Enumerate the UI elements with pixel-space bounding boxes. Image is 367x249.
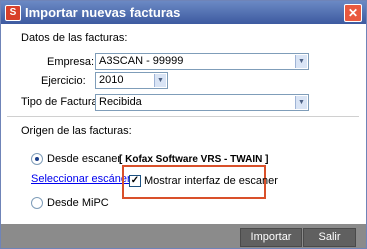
empresa-select[interactable]: A3SCAN - 99999 ▼ bbox=[95, 53, 309, 70]
footer-bar: Importar Salir bbox=[1, 224, 366, 248]
datos-heading: Datos de las facturas: bbox=[21, 32, 128, 44]
chevron-down-icon: ▼ bbox=[154, 74, 166, 87]
desde-escaner-label[interactable]: Desde escaner bbox=[47, 153, 121, 165]
titlebar[interactable]: S Importar nuevas facturas ✕ bbox=[1, 1, 366, 24]
ejercicio-label: Ejercicio: bbox=[41, 75, 86, 87]
scanner-name: [ Kofax Software VRS - TWAIN ] bbox=[119, 154, 269, 165]
desde-mipc-radio[interactable] bbox=[31, 197, 43, 209]
app-icon: S bbox=[5, 5, 21, 21]
mostrar-interfaz-label[interactable]: Mostrar interfaz de escaner bbox=[144, 175, 278, 187]
chevron-down-icon: ▼ bbox=[295, 96, 307, 109]
origen-heading: Origen de las facturas: bbox=[21, 125, 132, 137]
salir-button[interactable]: Salir bbox=[303, 228, 356, 247]
empresa-label: Empresa: bbox=[47, 56, 95, 68]
tipo-select[interactable]: Recibida ▼ bbox=[95, 94, 309, 111]
desde-escaner-radio[interactable] bbox=[31, 153, 43, 165]
mostrar-interfaz-checkbox[interactable]: ✓ bbox=[129, 175, 141, 187]
dialog-title: Importar nuevas facturas bbox=[25, 5, 181, 20]
desde-mipc-label[interactable]: Desde MiPC bbox=[47, 197, 109, 209]
close-button[interactable]: ✕ bbox=[344, 4, 362, 22]
importar-button[interactable]: Importar bbox=[240, 228, 302, 247]
seleccionar-escaner-link[interactable]: Seleccionar escáner bbox=[31, 173, 131, 185]
dialog-window: S Importar nuevas facturas ✕ Datos de la… bbox=[0, 0, 367, 249]
empresa-value: A3SCAN - 99999 bbox=[99, 55, 184, 67]
ejercicio-select[interactable]: 2010 ▼ bbox=[95, 72, 168, 89]
tipo-value: Recibida bbox=[99, 96, 142, 108]
ejercicio-value: 2010 bbox=[99, 74, 124, 86]
chevron-down-icon: ▼ bbox=[295, 55, 307, 68]
tipo-label: Tipo de Factura: bbox=[21, 96, 101, 108]
divider bbox=[7, 116, 359, 117]
